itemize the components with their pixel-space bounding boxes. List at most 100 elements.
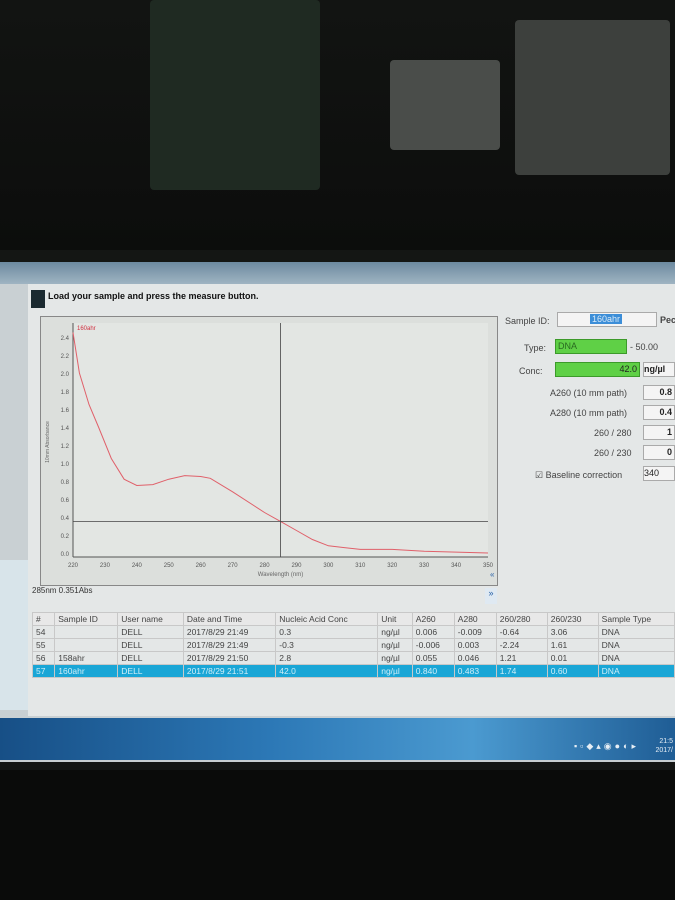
table-cell: -2.24 [495,638,548,652]
table-cell: -0.3 [275,638,379,652]
results-table: # Sample ID User name Date and Time Nucleic … [31,612,675,678]
column-header[interactable]: Date and Time [182,612,277,626]
x-axis-label: Wavelength (nm) [258,572,303,578]
legend-label: 160ahr [77,326,96,332]
y-tick-label: 1.4 [61,426,70,432]
table-cell: DELL [117,638,184,652]
table-cell: -0.009 [453,625,497,639]
baseline-checkbox[interactable]: ☑ Baseline correction [535,470,622,481]
taskbar [0,718,675,760]
sample-id-label: Sample ID: [505,316,550,326]
ratio-260-230-value: 0 [643,445,675,460]
table-cell: 2017/8/29 21:49 [182,625,277,639]
x-tick-label: 340 [451,563,462,569]
table-cell: 0.01 [546,651,599,665]
lab-device [515,20,670,175]
x-tick-label: 300 [323,563,334,569]
clock-date: 2017/ [655,747,673,754]
column-header[interactable]: Sample Type [597,612,675,626]
table-cell: 55 [31,638,56,652]
table-cell: 0.3 [275,625,379,639]
table-cell: 3.06 [546,625,599,639]
table-cell: 0.006 [411,625,455,639]
table-cell: 42.0 [275,664,379,678]
table-cell: 0.483 [453,664,497,678]
column-header[interactable]: 260/230 [546,612,599,626]
background-room [0,0,675,250]
x-tick-label: 310 [355,563,366,569]
column-header[interactable]: A260 [411,612,455,626]
table-cell [54,638,119,652]
table-cell: 1.74 [495,664,548,678]
a260-label: A260 (10 mm path) [550,388,628,398]
column-header[interactable]: A280 [453,612,497,626]
x-tick-label: 220 [68,563,79,569]
sample-id-value: 160ahr [589,314,623,324]
table-cell: 158ahr [54,651,119,665]
y-tick-label: 0.2 [61,534,70,540]
x-tick-label: 350 [483,563,494,569]
column-header[interactable]: 260/280 [495,612,548,626]
table-cell: DELL [117,664,184,678]
conc-value: 42.0 [555,362,640,377]
type-select[interactable]: DNA [555,339,627,354]
system-tray-icons[interactable]: ▪▫◆▴◉●◐▸ [574,741,639,752]
table-cell: 160ahr [54,664,119,678]
table-row[interactable]: 57 160ahr DELL 2017/8/29 21:51 42.0 ng/µl 0.84… [31,664,675,678]
table-cell: 0.055 [411,651,455,665]
a280-value: 0.4 [643,405,675,420]
table-cell: 0.840 [411,664,455,678]
type-label: Type: [524,343,547,353]
chevron-double-down-icon[interactable]: » [485,588,497,604]
x-tick-label: 240 [132,563,143,569]
table-row[interactable]: 54 DELL 2017/8/29 21:49 0.3 ng/µl 0.006 -0.009… [31,625,675,639]
table-cell [54,625,119,639]
column-header[interactable]: User name [117,612,184,626]
cursor-readout: 285nm 0.351Abs [32,586,93,595]
table-cell: 2017/8/29 21:50 [182,651,277,665]
table-cell: ng/µl [377,638,413,652]
table-cell: 56 [31,651,56,665]
y-tick-label: 2.4 [61,336,70,342]
y-tick-label: 1.8 [61,390,70,396]
column-header[interactable]: Nucleic Acid Conc [275,612,379,626]
baseline-label: Baseline correction [545,470,623,480]
taskbar-clock[interactable]: 21:5 2017/ [655,737,673,755]
factor-value: - 50.00 [630,342,659,352]
table-cell: 1.21 [495,651,548,665]
table-cell: ng/µl [377,625,413,639]
table-row[interactable]: 55 DELL 2017/8/29 21:49 -0.3 ng/µl -0.006 0.00… [31,638,675,652]
table-cell: 0.60 [546,664,599,678]
table-row[interactable]: 56 158ahr DELL 2017/8/29 21:50 2.8 ng/µl 0.055… [31,651,675,665]
x-tick-label: 320 [387,563,398,569]
a280-label: A280 (10 mm path) [550,408,628,418]
table-cell: ng/µl [377,664,413,678]
y-tick-label: 1.0 [61,462,70,468]
title-bar [0,262,675,284]
table-cell: 54 [31,625,56,639]
column-header[interactable]: Sample ID [54,612,119,626]
column-header[interactable]: # [31,612,56,626]
ratio-260-230-label: 260 / 230 [594,448,632,458]
conc-unit-select[interactable]: ng/µl [643,362,675,377]
table-cell: 0.003 [453,638,497,652]
table-cell: DELL [117,651,184,665]
status-message: Load your sample and press the measure b… [48,291,259,301]
y-tick-label: 1.6 [61,408,70,414]
table-cell: 1.61 [546,638,599,652]
table-cell: 2.8 [275,651,379,665]
pec-label: Pec [660,315,675,325]
table-cell: 2017/8/29 21:49 [182,638,277,652]
sample-id-input[interactable]: 160ahr [557,312,657,327]
person-silhouette [150,0,320,190]
table-cell: DNA [597,664,675,678]
lab-device [390,60,500,150]
table-cell: 2017/8/29 21:51 [182,664,277,678]
spectrum-chart[interactable]: 0.0 0.2 0.4 0.6 0.8 1.0 1.2 1.4 1.6 1.8 2.0 2.2 2.4 2… [40,316,498,586]
baseline-wavelength-input[interactable]: 340 [643,466,675,481]
chevron-double-left-icon[interactable]: « [490,570,495,579]
column-header[interactable]: Unit [377,612,413,626]
table-cell: -0.006 [411,638,455,652]
y-tick-label: 0.6 [61,498,70,504]
left-panel [0,560,28,710]
